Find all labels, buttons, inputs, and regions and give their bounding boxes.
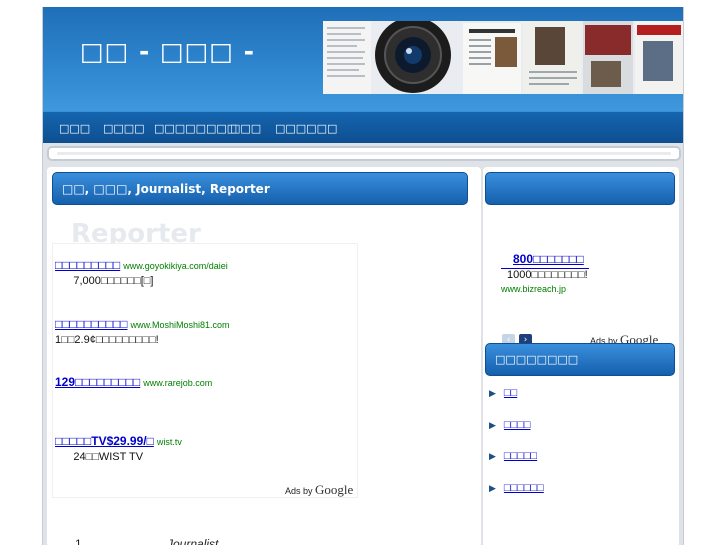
triangle-right-icon: ▶ bbox=[489, 483, 496, 493]
main-content: □□, □□□, Journalist, Reporter Reporter □… bbox=[47, 167, 481, 545]
ad-link[interactable]: 129□□□□□□□□□ bbox=[55, 375, 140, 389]
search-strip bbox=[47, 146, 681, 161]
list-item: 1. Journalist bbox=[75, 537, 218, 545]
category-item: ▶ □□□□□ bbox=[489, 450, 537, 462]
ad-unit: □□□□□□□□□□ www.MoshiMoshi81.com 1□□2.9¢□□… bbox=[55, 317, 230, 346]
nav-item-5[interactable]: □□□□□□ bbox=[275, 122, 337, 135]
ad-url[interactable]: www.MoshiMoshi81.com bbox=[130, 320, 229, 330]
ad-url[interactable]: www.goyokikiya.com/daiei bbox=[123, 261, 228, 271]
site-title[interactable]: □□ - □□□ - bbox=[80, 37, 255, 66]
category-link[interactable]: □□□□ bbox=[504, 419, 531, 431]
ad-link[interactable]: □□□□□□□□□□ bbox=[55, 317, 127, 331]
triangle-right-icon: ▶ bbox=[489, 451, 496, 461]
triangle-right-icon: ▶ bbox=[489, 420, 496, 430]
nav-item-1[interactable]: □□□ bbox=[59, 122, 90, 135]
triangle-right-icon: ▶ bbox=[489, 388, 496, 398]
sidebar-title-bar bbox=[485, 172, 675, 205]
post-title-bar: □□, □□□, Journalist, Reporter bbox=[52, 172, 468, 205]
category-item: ▶ □□□□□□ bbox=[489, 482, 544, 494]
sidebar-ad-description: 1000□□□□□□□□! bbox=[507, 269, 588, 281]
sidebar-ad-unit: 800□□□□□□□ 1000□□□□□□□□! www.bizreach.jp bbox=[483, 207, 673, 347]
categories-title-bar: □□□□□□□□ bbox=[485, 343, 675, 376]
newspaper-collage-image bbox=[323, 21, 683, 94]
nav-item-4[interactable]: □□□ bbox=[230, 122, 261, 135]
category-link[interactable]: □□ bbox=[504, 387, 517, 399]
ad-unit: 129□□□□□□□□□ www.rarejob.com bbox=[55, 375, 212, 392]
ad-link[interactable]: □□□□□□□□□ bbox=[55, 258, 120, 272]
sidebar: 800□□□□□□□ 1000□□□□□□□□! www.bizreach.jp… bbox=[483, 167, 679, 545]
ad-url[interactable]: wist.tv bbox=[157, 437, 182, 447]
header-banner-image bbox=[323, 21, 683, 94]
google-ad-block: □□□□□□□□□ www.goyokikiya.com/daiei 7,000□… bbox=[52, 243, 358, 498]
search-strip-inner bbox=[57, 152, 671, 155]
nav-item-3[interactable]: □□□□□□□□ bbox=[154, 122, 237, 135]
ad-description: 1□□2.9¢□□□□□□□□□! bbox=[55, 334, 159, 346]
ads-by-google[interactable]: Ads by Google bbox=[285, 482, 353, 498]
ad-description: 7,000□□□□□□[□] bbox=[55, 275, 154, 287]
main-nav: □□□ □□□□ □□□□□□□□ □□□ □□□□□□ bbox=[43, 111, 683, 143]
ad-unit: □□□□□TV$29.99/□ wist.tv 24□□WIST TV bbox=[55, 434, 182, 463]
category-item: ▶ □□ bbox=[489, 387, 517, 399]
page: □□ - □□□ - □□□ □□□□ □□□□□□□□ □□□ □□□□□□ … bbox=[42, 7, 684, 545]
ad-description: 24□□WIST TV bbox=[55, 451, 144, 463]
ad-unit: □□□□□□□□□ www.goyokikiya.com/daiei 7,000□… bbox=[55, 258, 228, 287]
category-item: ▶ □□□□ bbox=[489, 419, 531, 431]
ad-link[interactable]: □□□□□TV$29.99/□ bbox=[55, 434, 154, 448]
post-title[interactable]: □□, □□□, Journalist, Reporter bbox=[62, 182, 270, 196]
ad-url[interactable]: www.rarejob.com bbox=[143, 378, 212, 388]
list-item-number: 1. bbox=[75, 537, 86, 545]
category-link[interactable]: □□□□□□ bbox=[504, 482, 544, 494]
sidebar-ad-link[interactable]: 800□□□□□□□ bbox=[513, 252, 584, 266]
list-item-text: Journalist bbox=[167, 537, 219, 545]
header: □□ - □□□ - bbox=[43, 7, 683, 111]
categories-title: □□□□□□□□ bbox=[495, 353, 579, 366]
ads-by-prefix: Ads by bbox=[285, 486, 316, 496]
google-logo-text: Google bbox=[315, 482, 354, 497]
sidebar-ad-url[interactable]: www.bizreach.jp bbox=[501, 284, 566, 294]
nav-item-2[interactable]: □□□□ bbox=[103, 122, 145, 135]
category-link[interactable]: □□□□□ bbox=[504, 450, 537, 462]
